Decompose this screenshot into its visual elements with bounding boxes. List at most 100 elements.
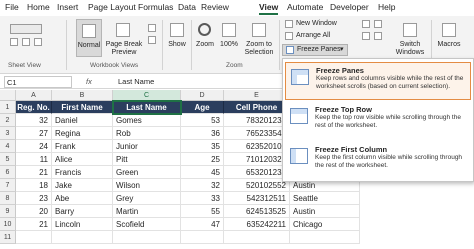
sheet-view-keep-icon[interactable] xyxy=(10,38,18,46)
freeze-panes-option[interactable]: Freeze Panes Keep rows and columns visib… xyxy=(285,62,471,100)
zoom-button[interactable]: Zoom xyxy=(194,19,216,57)
row-header[interactable]: 2 xyxy=(0,114,16,127)
table-cell[interactable]: Pitt xyxy=(113,153,181,166)
row-header[interactable]: 4 xyxy=(0,140,16,153)
table-cell[interactable]: Barry xyxy=(52,205,113,218)
normal-view-button[interactable]: Normal xyxy=(76,19,102,57)
table-cell[interactable]: 783201232 xyxy=(224,114,290,127)
table-cell[interactable]: Junior xyxy=(113,140,181,153)
freeze-top-row-option[interactable]: Freeze Top Row Keep the top row visible … xyxy=(285,102,471,140)
row-header[interactable]: 10 xyxy=(0,218,16,231)
table-cell[interactable]: Grey xyxy=(113,192,181,205)
table-cell[interactable]: Regina xyxy=(52,127,113,140)
freeze-panes-button[interactable]: Freeze Panes ▾ xyxy=(282,44,348,56)
column-header-b[interactable]: B xyxy=(52,90,113,101)
view-side-by-side-icon[interactable] xyxy=(374,20,382,28)
table-cell[interactable]: 710120321 xyxy=(224,153,290,166)
sheet-view-dropdown[interactable] xyxy=(10,24,42,34)
table-cell[interactable]: 25 xyxy=(181,153,224,166)
name-box[interactable]: C1 xyxy=(4,76,72,88)
table-cell[interactable]: 55 xyxy=(181,205,224,218)
row-header[interactable]: 6 xyxy=(0,166,16,179)
table-cell[interactable]: 32 xyxy=(181,179,224,192)
table-header-cell[interactable]: Last Name xyxy=(113,101,181,114)
tab-formulas[interactable]: Formulas xyxy=(138,2,173,12)
table-cell[interactable]: Jake xyxy=(52,179,113,192)
table-cell[interactable]: Rob xyxy=(113,127,181,140)
empty-cell[interactable] xyxy=(52,231,113,244)
table-cell[interactable]: 635242211 xyxy=(224,218,290,231)
formula-input[interactable]: Last Name xyxy=(118,77,154,86)
table-cell[interactable]: 27 xyxy=(16,127,52,140)
new-window-button[interactable]: New Window xyxy=(284,19,344,29)
macros-button[interactable]: Macros xyxy=(434,19,464,57)
empty-cell[interactable] xyxy=(181,231,224,244)
tab-review[interactable]: Review xyxy=(201,2,229,12)
tab-data[interactable]: Data xyxy=(178,2,196,12)
switch-windows-button[interactable]: Switch Windows xyxy=(392,19,428,57)
table-header-cell[interactable]: Age xyxy=(181,101,224,114)
fx-icon[interactable]: fx xyxy=(86,77,92,86)
table-cell[interactable]: 623520102 xyxy=(224,140,290,153)
zoom-to-selection-button[interactable]: Zoom to Selection xyxy=(242,19,276,59)
empty-cell[interactable] xyxy=(16,231,52,244)
show-button[interactable]: Show xyxy=(166,19,188,57)
table-cell[interactable]: Scofield xyxy=(113,218,181,231)
table-cell[interactable]: Green xyxy=(113,166,181,179)
table-cell[interactable]: Daniel xyxy=(52,114,113,127)
row-header[interactable]: 11 xyxy=(0,231,16,244)
empty-cell[interactable] xyxy=(224,231,290,244)
table-cell[interactable]: 36 xyxy=(181,127,224,140)
table-cell[interactable]: Wilson xyxy=(113,179,181,192)
page-break-button[interactable]: Page Break Preview xyxy=(104,19,144,57)
column-header-d[interactable]: D xyxy=(181,90,224,101)
sync-scroll-icon[interactable] xyxy=(374,32,382,40)
tab-file[interactable]: File xyxy=(5,2,19,12)
table-cell[interactable]: 23 xyxy=(16,192,52,205)
custom-views-icon[interactable] xyxy=(148,36,156,44)
select-all-corner[interactable] xyxy=(0,90,16,101)
table-cell[interactable]: 11 xyxy=(16,153,52,166)
split-icon[interactable] xyxy=(362,20,370,28)
table-cell[interactable]: Alice xyxy=(52,153,113,166)
table-cell[interactable]: 765233542 xyxy=(224,127,290,140)
tab-page-layout[interactable]: Page Layout xyxy=(88,2,136,12)
row-header[interactable]: 5 xyxy=(0,153,16,166)
table-cell[interactable]: 520102552 xyxy=(224,179,290,192)
table-cell[interactable]: Abe xyxy=(52,192,113,205)
table-cell[interactable]: Chicago xyxy=(290,218,360,231)
tab-home[interactable]: Home xyxy=(27,2,50,12)
table-cell[interactable]: 653201232 xyxy=(224,166,290,179)
table-cell[interactable]: 53 xyxy=(181,114,224,127)
table-header-cell[interactable]: First Name xyxy=(52,101,113,114)
table-cell[interactable]: Martin xyxy=(113,205,181,218)
zoom-100-button[interactable]: 100% xyxy=(218,19,240,57)
table-cell[interactable]: 20 xyxy=(16,205,52,218)
row-header[interactable]: 8 xyxy=(0,192,16,205)
table-cell[interactable]: 624513525 xyxy=(224,205,290,218)
arrange-all-button[interactable]: Arrange All xyxy=(284,31,344,41)
column-header-e[interactable]: E xyxy=(224,90,290,101)
table-cell[interactable]: 18 xyxy=(16,179,52,192)
table-cell[interactable]: 24 xyxy=(16,140,52,153)
table-header-cell[interactable]: Cell Phone xyxy=(224,101,290,114)
table-cell[interactable]: 35 xyxy=(181,140,224,153)
tab-view[interactable]: View xyxy=(259,2,278,12)
empty-cell[interactable] xyxy=(113,231,181,244)
tab-developer[interactable]: Developer xyxy=(330,2,369,12)
page-layout-view-icon[interactable] xyxy=(148,24,156,32)
table-cell[interactable]: 32 xyxy=(16,114,52,127)
row-header[interactable]: 9 xyxy=(0,205,16,218)
tab-automate[interactable]: Automate xyxy=(287,2,323,12)
table-cell[interactable]: Gomes xyxy=(113,114,181,127)
row-header[interactable]: 3 xyxy=(0,127,16,140)
table-cell[interactable]: Lincoln xyxy=(52,218,113,231)
sheet-view-exit-icon[interactable] xyxy=(22,38,30,46)
sheet-view-new-icon[interactable] xyxy=(34,38,42,46)
table-cell[interactable]: 47 xyxy=(181,218,224,231)
table-cell[interactable]: 45 xyxy=(181,166,224,179)
table-cell[interactable]: Seattle xyxy=(290,192,360,205)
table-cell[interactable]: Austin xyxy=(290,205,360,218)
table-cell[interactable]: 542312511 xyxy=(224,192,290,205)
table-cell[interactable]: Frank xyxy=(52,140,113,153)
